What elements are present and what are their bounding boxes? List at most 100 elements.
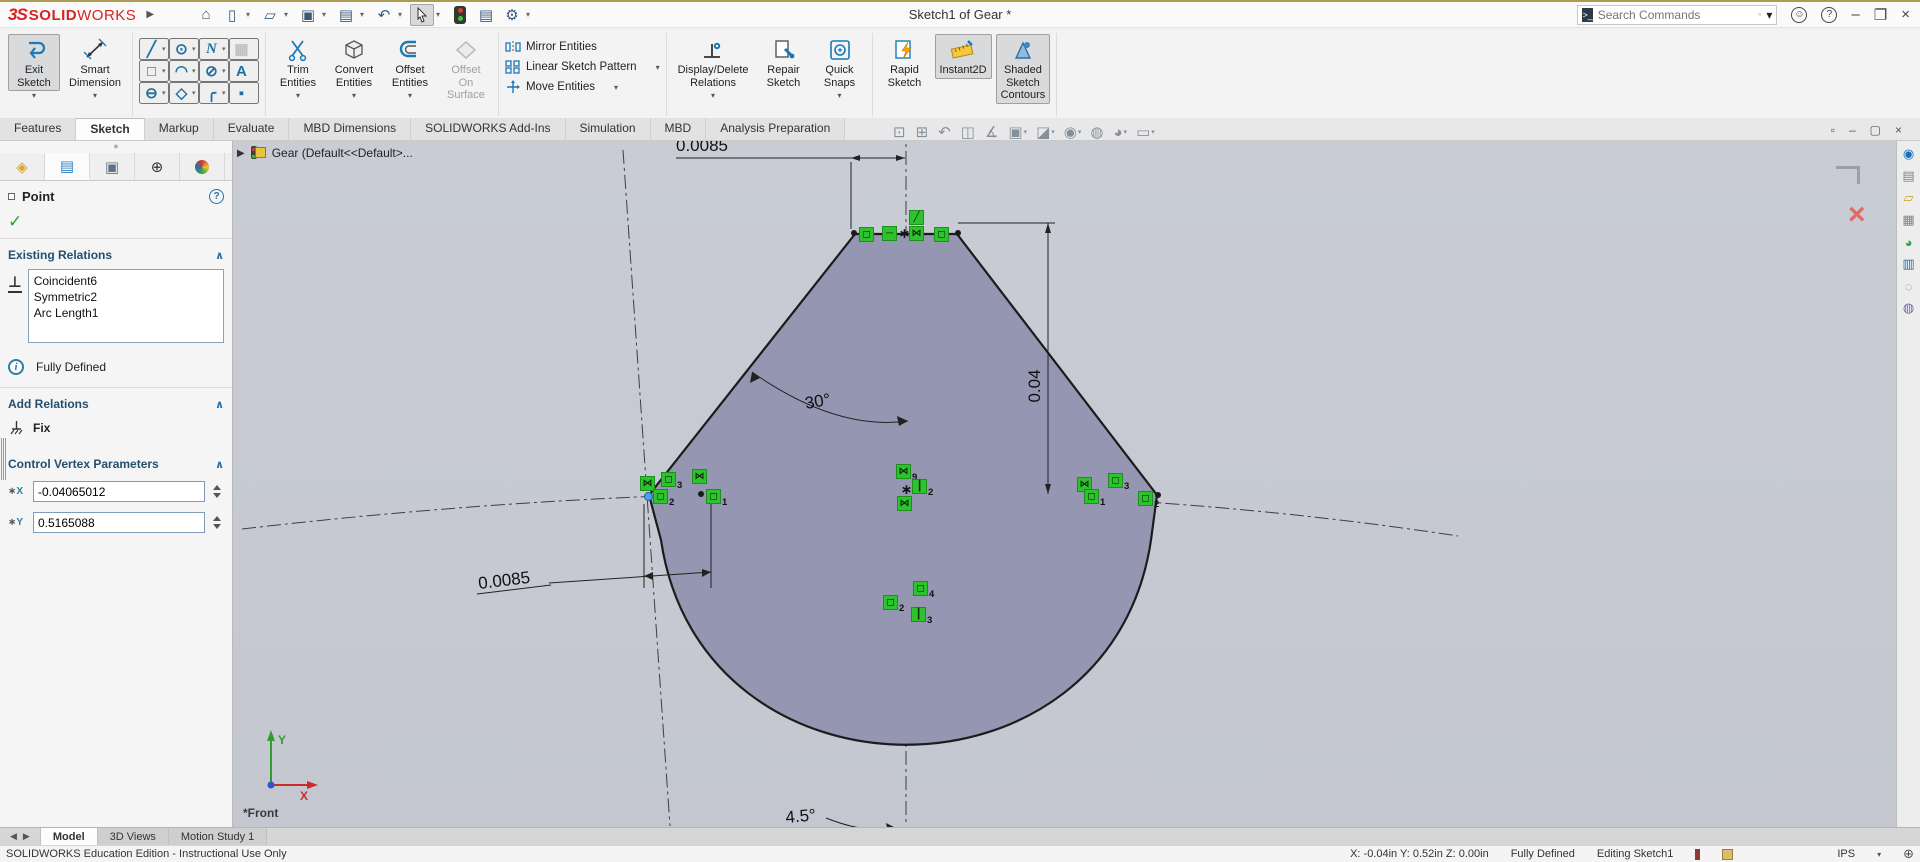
trim-entities-button[interactable]: Trim Entities: [272, 34, 324, 91]
units-caret-icon[interactable]: ▾: [1877, 850, 1881, 859]
display-delete-relations-button[interactable]: Display/Delete Relations: [673, 34, 754, 91]
custom-properties-icon[interactable]: ▥: [1900, 255, 1918, 273]
confirmation-corner-icon[interactable]: [1836, 166, 1860, 184]
propertymanager-tab[interactable]: ▤: [45, 153, 90, 180]
relation-badge[interactable]: ◻1: [706, 489, 721, 504]
mesh-tool[interactable]: ▦: [229, 38, 259, 60]
window-dock-icon[interactable]: ▫: [1831, 123, 1835, 137]
shaded-sketch-contours-button[interactable]: Shaded Sketch Contours: [996, 34, 1051, 104]
tab-evaluate[interactable]: Evaluate: [214, 118, 290, 140]
pm-help-icon[interactable]: ?: [209, 189, 224, 204]
scroll-left-icon[interactable]: ◀: [10, 831, 17, 842]
solidworks-resources-icon[interactable]: ◉: [1900, 145, 1918, 163]
repair-sketch-button[interactable]: Repair Sketch: [758, 34, 810, 91]
sketch-point[interactable]: [955, 230, 961, 236]
convert-entities-button[interactable]: Convert Entities: [328, 34, 380, 91]
restore-icon[interactable]: ❐: [1874, 6, 1887, 24]
tab-features[interactable]: Features: [0, 118, 76, 140]
zoom-to-fit-icon[interactable]: ⊡: [893, 123, 907, 141]
slot-tool[interactable]: ⊖▾: [139, 82, 169, 104]
search-caret-icon[interactable]: ▾: [1766, 8, 1772, 22]
relation-badge[interactable]: ⋈: [897, 496, 912, 511]
traffic-light-icon[interactable]: [448, 4, 472, 26]
undo-caret-icon[interactable]: ▾: [398, 10, 408, 19]
relation-badge[interactable]: ◻2: [653, 489, 668, 504]
sketch-point[interactable]: [1155, 492, 1161, 498]
graphics-area[interactable]: 0.0085 30° 0.04: [233, 141, 1896, 827]
relation-list-item[interactable]: Symmetric2: [34, 289, 218, 305]
existing-relations-section[interactable]: Existing Relations ∧: [0, 239, 232, 267]
relation-badge[interactable]: ─: [882, 226, 897, 241]
home-icon[interactable]: ⌂: [194, 4, 218, 26]
select-caret-icon[interactable]: ▾: [436, 10, 446, 19]
linear-sketch-pattern-button[interactable]: Linear Sketch Pattern ▾: [505, 60, 660, 74]
point-tool[interactable]: ▪: [229, 82, 259, 104]
convert-caret-icon[interactable]: ▾: [352, 91, 356, 101]
tab-mbd-dimensions[interactable]: MBD Dimensions: [289, 118, 411, 140]
cancel-sketch-icon[interactable]: ×: [1848, 200, 1866, 230]
relation-badge[interactable]: ◻: [859, 227, 874, 242]
fix-relation-button[interactable]: Fix: [0, 416, 232, 448]
search-commands-box[interactable]: >_ ▾: [1577, 5, 1777, 25]
help-icon[interactable]: ?: [1821, 7, 1837, 23]
new-document-icon[interactable]: ▯: [220, 4, 244, 26]
dimension-top-offset[interactable]: 0.0085: [676, 141, 905, 229]
collapse-icon[interactable]: ∧: [215, 398, 224, 411]
polygon-tool[interactable]: ◇▾: [169, 82, 199, 104]
instant2d-button[interactable]: Instant2D: [935, 34, 992, 79]
3d-content-central-icon[interactable]: ◍: [1900, 299, 1918, 317]
status-mini-icon-1[interactable]: [1695, 849, 1700, 860]
design-library-icon[interactable]: ▤: [1900, 167, 1918, 185]
appearances-scenes-icon[interactable]: ◕: [1900, 233, 1918, 251]
display-style-icon[interactable]: ◪▾: [1036, 123, 1055, 141]
tab-mbd[interactable]: MBD: [651, 118, 707, 140]
control-vertex-parameters-section[interactable]: Control Vertex Parameters ∧: [0, 448, 232, 476]
dimension-bottom-angle[interactable]: 4.5°: [785, 805, 896, 827]
settings-caret-icon[interactable]: ▾: [526, 10, 536, 19]
menu-expand-icon[interactable]: ▶: [146, 9, 154, 20]
print-icon[interactable]: ▤: [334, 4, 358, 26]
display-manager-tab[interactable]: [180, 153, 225, 180]
options-form-icon[interactable]: ▤: [474, 4, 498, 26]
mirror-entities-button[interactable]: Mirror Entities: [505, 40, 660, 54]
hide-show-items-icon[interactable]: ◉▾: [1064, 123, 1082, 141]
relation-badge[interactable]: ⋈: [909, 226, 924, 241]
rapid-sketch-button[interactable]: Rapid Sketch: [879, 34, 931, 91]
relation-badge[interactable]: ◻2: [883, 595, 898, 610]
scroll-right-icon[interactable]: ▶: [23, 831, 30, 842]
tab-simulation[interactable]: Simulation: [566, 118, 651, 140]
relation-badge[interactable]: ◻: [934, 227, 949, 242]
undo-icon[interactable]: ↶: [372, 4, 396, 26]
tab-3d-views[interactable]: 3D Views: [98, 828, 169, 845]
relations-listbox[interactable]: Coincident6Symmetric2Arc Length1: [28, 269, 224, 343]
collapse-icon[interactable]: ∧: [215, 458, 224, 471]
relation-badge[interactable]: ⋈: [692, 469, 707, 484]
file-explorer-icon[interactable]: ▱: [1900, 189, 1918, 207]
add-relations-section[interactable]: Add Relations ∧: [0, 388, 232, 416]
unit-system[interactable]: IPS: [1837, 848, 1855, 860]
print-caret-icon[interactable]: ▾: [360, 10, 370, 19]
panel-splitter-handle[interactable]: [0, 436, 7, 482]
minimize-icon[interactable]: –: [1851, 6, 1859, 23]
tab-markup[interactable]: Markup: [145, 118, 214, 140]
open-icon[interactable]: ▱: [258, 4, 282, 26]
relation-badge[interactable]: ┃2: [912, 479, 927, 494]
search-icon[interactable]: [1758, 8, 1762, 21]
relation-list-item[interactable]: Arc Length1: [34, 305, 218, 321]
web-status-icon[interactable]: ⊕: [1903, 846, 1914, 862]
move-entities-caret-icon[interactable]: ▾: [614, 83, 618, 92]
exit-sketch-caret-icon[interactable]: ▾: [32, 91, 36, 101]
line-tool[interactable]: ╱▾: [139, 38, 169, 60]
linear-pattern-caret-icon[interactable]: ▾: [656, 63, 660, 72]
smart-dimension-button[interactable]: Smart Dimension: [64, 34, 126, 91]
spline-tool[interactable]: N▾: [199, 38, 229, 60]
display-delete-caret-icon[interactable]: ▾: [711, 91, 715, 101]
relation-badge[interactable]: ◻3: [1108, 473, 1123, 488]
fillet-tool[interactable]: ╭▾: [199, 82, 229, 104]
previous-view-icon[interactable]: ↶: [938, 123, 952, 141]
relation-list-item[interactable]: Coincident6: [34, 273, 218, 289]
x-spinner[interactable]: [210, 485, 224, 498]
window-minimize-icon[interactable]: –: [1849, 123, 1856, 137]
y-spinner[interactable]: [210, 516, 224, 529]
arc-tool[interactable]: ◠▾: [169, 60, 199, 82]
